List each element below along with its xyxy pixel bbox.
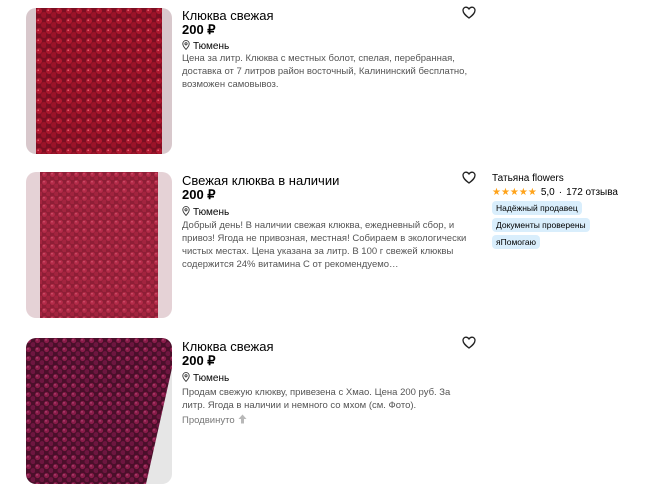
listing-photo[interactable] <box>26 172 172 318</box>
listing-description: Цена за литр. Клюква с местных болот, сп… <box>182 53 468 90</box>
seller-badge: яПомогаю <box>492 235 541 249</box>
star-icon: ★★★★★ <box>492 187 537 198</box>
location-label: Тюмень <box>193 207 230 218</box>
map-pin-icon <box>182 372 190 385</box>
favorite-button[interactable] <box>462 336 476 349</box>
promoted-label: Продвинуто <box>182 414 247 427</box>
rating-separator: · <box>558 187 563 198</box>
seller-badge: Надёжный продавец <box>492 201 582 215</box>
favorite-button[interactable] <box>462 171 476 184</box>
heart-outline-icon <box>462 336 476 349</box>
map-pin-icon <box>182 206 190 219</box>
arrow-up-icon <box>238 414 247 427</box>
listing-location: Тюмень <box>182 372 229 385</box>
listing-photo[interactable] <box>26 8 172 154</box>
location-label: Тюмень <box>193 41 230 52</box>
listing-title[interactable]: Клюква свежая <box>182 339 274 354</box>
listing-photo[interactable] <box>26 338 172 484</box>
listing-price: 200 ₽ <box>182 22 216 37</box>
listing-title[interactable]: Клюква свежая <box>182 8 274 23</box>
promoted-text: Продвинуто <box>182 415 235 426</box>
heart-outline-icon <box>462 171 476 184</box>
favorite-button[interactable] <box>462 6 476 19</box>
listing-price: 200 ₽ <box>182 353 216 368</box>
listing-description: Продам свежую клюкву, привезена с Хмао. … <box>182 387 451 411</box>
seller-info: Татьяна flowers ★★★★★ 5,0 · 172 отзыва Н… <box>492 173 652 249</box>
listing-description: Добрый день! В наличии свежая клюква, еж… <box>182 220 467 270</box>
heart-outline-icon <box>462 6 476 19</box>
reviews-count: 172 отзыва <box>566 187 618 198</box>
listing-location: Тюмень <box>182 206 229 219</box>
seller-badge: Документы проверены <box>492 218 590 232</box>
rating-value: 5,0 <box>540 187 555 198</box>
seller-name[interactable]: Татьяна flowers <box>492 173 652 184</box>
listing-price: 200 ₽ <box>182 187 216 202</box>
location-label: Тюмень <box>193 373 230 384</box>
listing-title[interactable]: Свежая клюква в наличии <box>182 173 339 188</box>
seller-rating[interactable]: ★★★★★ 5,0 · 172 отзыва <box>492 187 652 198</box>
